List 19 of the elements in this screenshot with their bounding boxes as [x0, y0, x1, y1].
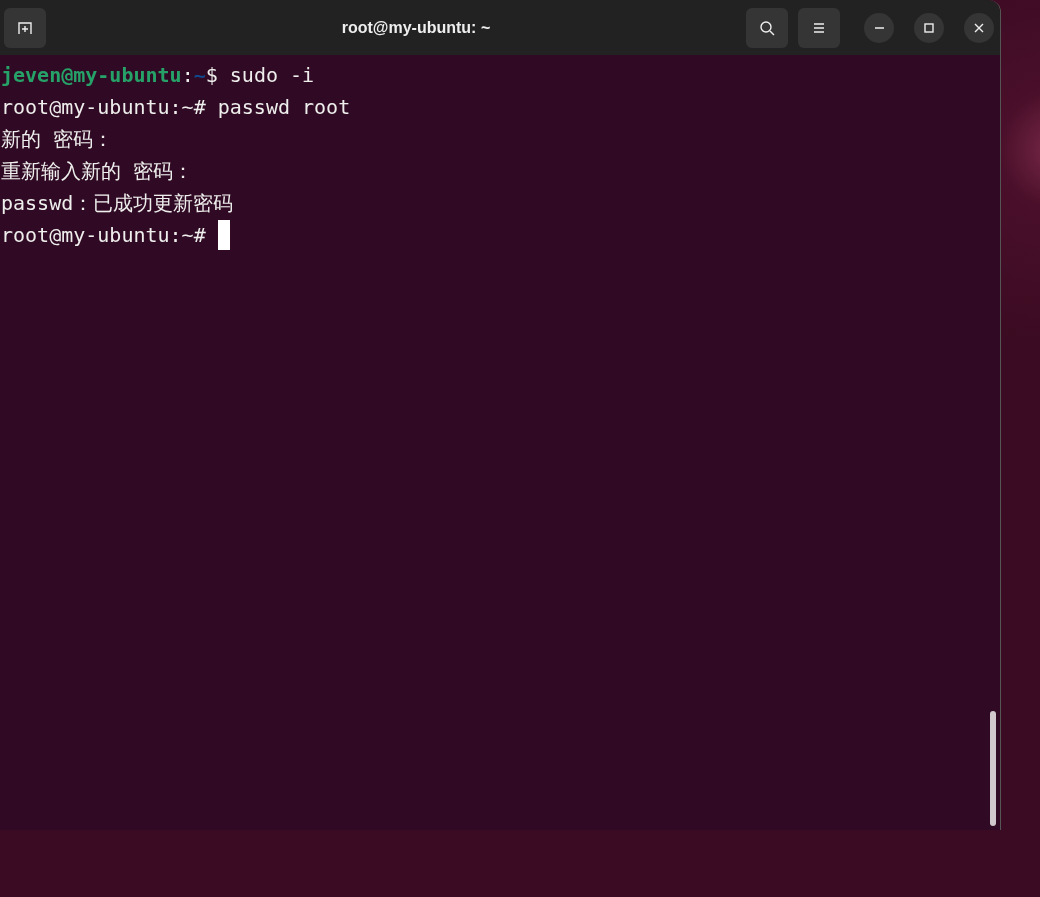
menu-button[interactable] — [798, 7, 840, 48]
window-title: root@my-ubuntu: ~ — [340, 18, 492, 37]
close-button[interactable] — [964, 12, 994, 43]
terminal-text: passwd：已成功更新密码 — [1, 190, 234, 217]
terminal-text: root@my-ubuntu:~# passwd root — [1, 94, 351, 121]
new-tab-icon — [17, 19, 33, 36]
terminal-text: 重新输入新的 密码： — [1, 158, 194, 185]
search-button[interactable] — [746, 7, 788, 48]
prompt-user: jeven@my-ubuntu — [1, 62, 182, 89]
maximize-button[interactable] — [914, 12, 944, 43]
prompt-path: ~ — [193, 62, 206, 89]
terminal-text: $ sudo -i — [205, 62, 315, 89]
terminal-text: 新的 密码： — [1, 126, 114, 153]
new-tab-button[interactable] — [4, 7, 46, 48]
terminal-text: root@my-ubuntu:~# — [1, 222, 207, 249]
scrollbar[interactable] — [990, 711, 996, 826]
terminal-text: : — [181, 62, 194, 89]
minimize-icon — [874, 26, 884, 29]
search-icon — [759, 19, 775, 36]
